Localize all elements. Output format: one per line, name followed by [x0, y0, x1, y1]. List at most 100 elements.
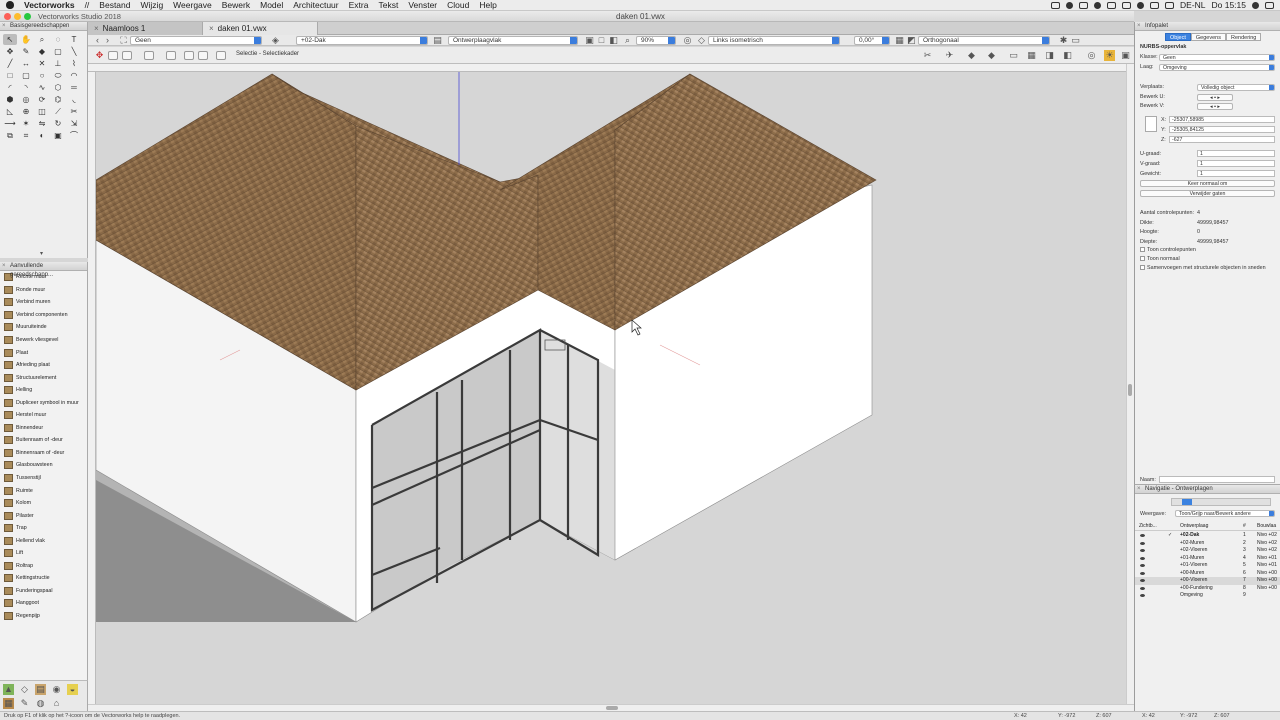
- horizontal-scroll-thumb[interactable]: [606, 706, 618, 710]
- visibility-eye-icon[interactable]: [1140, 564, 1145, 567]
- toolset-item[interactable]: Helling: [0, 384, 87, 397]
- toolset-item[interactable]: Bewerk vliesgevel: [0, 334, 87, 347]
- weight-field[interactable]: 1: [1197, 170, 1275, 177]
- spring-icon[interactable]: ⌬: [51, 94, 65, 105]
- toolset-item[interactable]: Kolom: [0, 497, 87, 510]
- layer-row[interactable]: +01-Vloeren 5 Nivo +01: [1135, 562, 1280, 570]
- zoom-icon[interactable]: ⌕: [35, 34, 49, 45]
- magnify-icon[interactable]: ⌕: [622, 35, 633, 46]
- tab-data[interactable]: Gegevens: [1190, 33, 1226, 41]
- toolset-dims-icon[interactable]: ◇: [19, 684, 30, 695]
- edit-u-stepper[interactable]: ◂ ▪ ▸: [1197, 94, 1233, 101]
- tab-naamloos[interactable]: × Naamloos 1: [88, 22, 203, 35]
- layer-icon[interactable]: ◈: [270, 35, 281, 46]
- col-visibility[interactable]: Zichtb...: [1139, 523, 1157, 531]
- polyline-icon[interactable]: ⌇: [67, 58, 81, 69]
- toolset-item[interactable]: Binnenraam of -deur: [0, 447, 87, 460]
- edit-v-stepper[interactable]: ◂ ▪ ▸: [1197, 103, 1233, 110]
- visibility-eye-icon[interactable]: [1140, 549, 1145, 552]
- polygon-marquee-mode[interactable]: [166, 51, 176, 60]
- layer-row[interactable]: +02-Vloeren 3 Nivo +02: [1135, 547, 1280, 555]
- trim-icon[interactable]: ✂: [67, 106, 81, 117]
- blend-icon[interactable]: ◐: [35, 130, 49, 141]
- split-icon[interactable]: ⟋: [51, 106, 65, 117]
- symbol-icon[interactable]: ✶: [19, 118, 33, 129]
- col-num[interactable]: #: [1243, 523, 1246, 531]
- battery-icon[interactable]: [1149, 1, 1159, 9]
- lasso-mode[interactable]: [184, 51, 194, 60]
- arc-icon[interactable]: ◜: [3, 82, 17, 93]
- notification-icon[interactable]: [1265, 1, 1274, 9]
- pick-mode[interactable]: [198, 51, 208, 60]
- pan-icon[interactable]: ✥: [3, 46, 17, 57]
- layer-row[interactable]: +02-Muren 2 Nivo +02: [1135, 540, 1280, 548]
- vertical-scrollbar[interactable]: [1126, 64, 1134, 704]
- callout-icon[interactable]: ╲: [67, 46, 81, 57]
- section-icon[interactable]: ◨: [1044, 50, 1055, 61]
- toolset-object-icon[interactable]: ▤: [35, 684, 46, 695]
- toolset-item[interactable]: Roltrap: [0, 560, 87, 573]
- toolset-item[interactable]: Funderingspaal: [0, 585, 87, 598]
- flag-icon[interactable]: [1164, 1, 1174, 9]
- class-icon[interactable]: ⛶: [118, 35, 129, 46]
- volume-icon[interactable]: [1136, 1, 1144, 9]
- stake-icon[interactable]: ⊥: [51, 58, 65, 69]
- nurbs-icon[interactable]: ⌒: [67, 130, 81, 141]
- flyover-icon[interactable]: ◌: [51, 34, 65, 45]
- text-icon[interactable]: T: [67, 34, 81, 45]
- toolset-item[interactable]: Regenpijp: [0, 610, 87, 623]
- remove-holes-button[interactable]: Verwijder gaten: [1140, 190, 1275, 197]
- fit-icon[interactable]: ▣: [584, 35, 595, 46]
- offset-icon[interactable]: ▢: [51, 46, 65, 57]
- view-dropdown[interactable]: Toon/Grijp naar/Bewerk andere: [1175, 510, 1275, 517]
- col-level[interactable]: Bouwlaa: [1257, 523, 1276, 531]
- menu-window[interactable]: Venster: [403, 0, 442, 10]
- toolset-item[interactable]: Glasbouwsteen: [0, 459, 87, 472]
- render-mode-icon[interactable]: ◎: [1086, 50, 1097, 61]
- visibility-eye-icon[interactable]: [1140, 586, 1145, 590]
- rotation-field[interactable]: 0,00°: [854, 36, 890, 45]
- image-icon[interactable]: ▣: [51, 130, 65, 141]
- class-dropdown[interactable]: Geen: [1159, 54, 1275, 61]
- wifi-icon[interactable]: [1121, 1, 1131, 9]
- toolset-building-icon[interactable]: ▲: [3, 684, 14, 695]
- attribute-icon[interactable]: ◆: [35, 46, 49, 57]
- toolset-item[interactable]: Muuruiteinde: [0, 321, 87, 334]
- toolset-detail-icon[interactable]: ⌂: [51, 698, 62, 709]
- fillet-icon[interactable]: ◟: [67, 94, 81, 105]
- v-degree-field[interactable]: 1: [1197, 160, 1275, 167]
- regular-polygon-icon[interactable]: ⬢: [3, 94, 17, 105]
- menu-view[interactable]: Weergave: [168, 0, 217, 10]
- apple-icon[interactable]: [6, 1, 14, 9]
- layer-row[interactable]: +00-Fundering 8 Nivo +00: [1135, 585, 1280, 593]
- toolset-item[interactable]: Ruimte: [0, 484, 87, 497]
- toolset-item[interactable]: Ronde muur: [0, 284, 87, 297]
- plane-icon[interactable]: ▤: [432, 35, 443, 46]
- duplicate-icon[interactable]: ⧉: [3, 130, 17, 141]
- dimension-icon[interactable]: ↔: [19, 58, 33, 69]
- flyover-view-icon[interactable]: ✈: [944, 50, 955, 61]
- polygon-icon[interactable]: ⬡: [51, 82, 65, 93]
- hand-icon[interactable]: ✋: [19, 34, 33, 45]
- light-icon[interactable]: ✱: [1058, 35, 1069, 46]
- col-layer[interactable]: Ontwerplaag: [1180, 523, 1208, 531]
- menu-modify[interactable]: Bewerk: [217, 0, 255, 10]
- tab-daken[interactable]: × daken 01.vwx: [203, 22, 318, 35]
- menu-file[interactable]: Bestand: [94, 0, 135, 10]
- horizontal-scrollbar[interactable]: [88, 704, 1134, 711]
- layers-view-icon[interactable]: [1182, 499, 1192, 505]
- toolset-item[interactable]: Structuurelement: [0, 371, 87, 384]
- freehand-icon[interactable]: ∿: [35, 82, 49, 93]
- cloud-status-icon[interactable]: [1050, 1, 1060, 9]
- snap-grid-icon[interactable]: ◆: [966, 50, 977, 61]
- toolset-item[interactable]: Plaat: [0, 346, 87, 359]
- grid-view-icon[interactable]: ▦: [1026, 50, 1037, 61]
- visibility-eye-icon[interactable]: [1140, 594, 1145, 597]
- name-field[interactable]: [1159, 476, 1275, 483]
- circle-icon[interactable]: ○: [35, 70, 49, 81]
- rectangle-marquee-mode[interactable]: [144, 51, 154, 60]
- single-select-mode[interactable]: [108, 51, 118, 60]
- close-window-icon[interactable]: [4, 13, 11, 20]
- zoom-window-icon[interactable]: [24, 13, 31, 20]
- toolset-site-icon[interactable]: ▦: [3, 698, 14, 709]
